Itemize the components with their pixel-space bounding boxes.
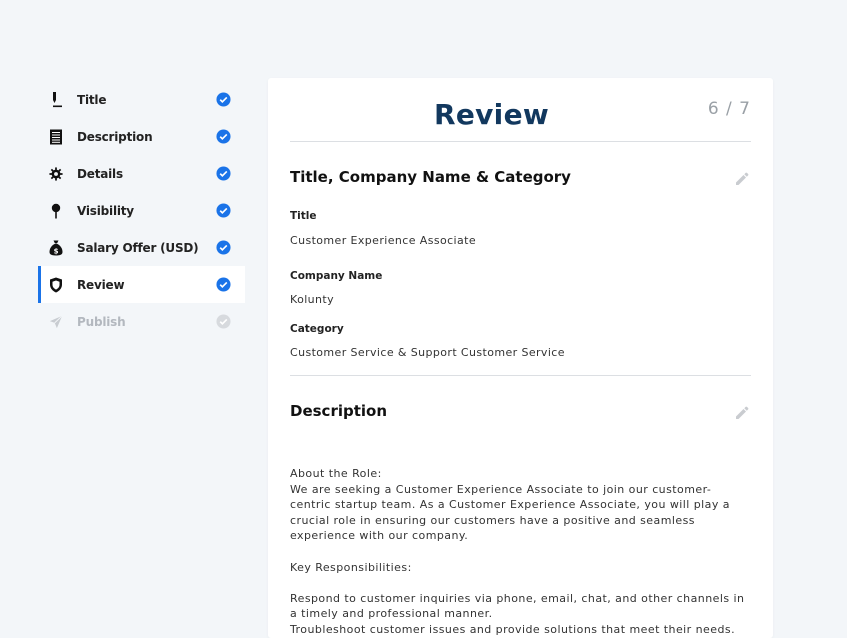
page-title: Review: [433, 98, 550, 131]
check-badge-icon: [216, 277, 231, 292]
section-heading: Title, Company Name & Category: [290, 168, 571, 186]
field-value-company: Kolunty: [290, 293, 335, 306]
document-icon: [48, 128, 64, 146]
check-badge-icon: [216, 92, 231, 107]
check-badge-icon: [216, 240, 231, 255]
section-title-company-category: Title, Company Name & Category Title Cus…: [290, 142, 751, 376]
edit-pencil-icon[interactable]: [735, 406, 749, 420]
step-counter: 6 / 7: [707, 99, 751, 119]
check-badge-icon: [216, 129, 231, 144]
svg-text:$: $: [54, 247, 59, 255]
section-heading: Description: [290, 402, 388, 420]
step-review[interactable]: Review: [38, 266, 245, 303]
check-badge-icon: [216, 203, 231, 218]
step-title[interactable]: Title: [38, 81, 245, 118]
step-visibility[interactable]: Visibility: [38, 192, 245, 229]
step-label: Title: [77, 92, 107, 107]
edit-pencil-icon[interactable]: [735, 172, 749, 186]
field-value-category: Customer Service & Support Customer Serv…: [290, 346, 565, 359]
pen-icon: [48, 91, 64, 109]
field-label-title: Title: [290, 210, 317, 222]
step-salary-offer[interactable]: $ Salary Offer (USD): [38, 229, 245, 266]
field-value-title: Customer Experience Associate: [290, 234, 477, 247]
review-card: Review 6 / 7 Title, Company Name & Categ…: [268, 78, 773, 638]
pin-icon: [48, 202, 64, 220]
money-bag-icon: $: [48, 239, 64, 257]
description-text: About the Role: We are seeking a Custome…: [290, 467, 745, 636]
check-badge-icon: [216, 166, 231, 181]
step-label: Review: [77, 277, 125, 292]
step-label: Salary Offer (USD): [77, 240, 199, 255]
field-label-category: Category: [290, 323, 344, 335]
field-label-company: Company Name: [290, 270, 383, 282]
step-label: Details: [77, 166, 123, 181]
card-header: Review 6 / 7: [290, 78, 751, 142]
step-label: Description: [77, 129, 153, 144]
section-description: Description About the Role: We are seeki…: [290, 376, 751, 636]
step-publish[interactable]: Publish: [38, 303, 245, 340]
step-details[interactable]: Details: [38, 155, 245, 192]
shield-icon: [48, 276, 64, 294]
gear-icon: [48, 165, 64, 183]
wizard-steps: Title Description Details Visibility $ S…: [38, 81, 245, 340]
step-label: Visibility: [77, 203, 134, 218]
check-badge-icon: [216, 314, 231, 329]
send-icon: [48, 313, 64, 331]
step-description[interactable]: Description: [38, 118, 245, 155]
step-label: Publish: [77, 314, 126, 329]
